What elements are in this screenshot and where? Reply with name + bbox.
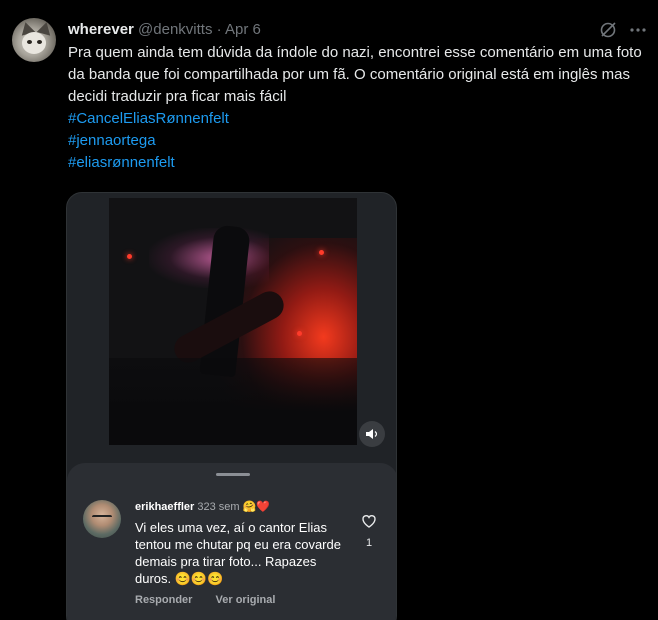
crowd-shadow — [109, 358, 357, 445]
comment-text: Vi eles uma vez, aí o cantor Elias tento… — [135, 520, 341, 586]
hashtag-link[interactable]: #eliasrønnenfelt — [68, 152, 648, 174]
tweet-date[interactable]: Apr 6 — [225, 21, 261, 38]
stage-light — [127, 254, 132, 259]
comment-emoji: 🤗❤️ — [242, 501, 271, 513]
stage-light — [297, 331, 302, 336]
author-handle[interactable]: @denkvitts — [138, 21, 212, 38]
cat-eye-left — [27, 40, 32, 44]
volume-icon[interactable] — [359, 421, 385, 447]
heart-icon[interactable] — [361, 513, 377, 529]
author-name[interactable]: wherever — [68, 21, 134, 38]
hashtag-link[interactable]: #CancelEliasRønnenfelt — [68, 108, 648, 130]
tweet-header: wherever @denkvitts · Apr 6 — [68, 21, 261, 39]
comments-sheet: erikhaeffler 323 sem 🤗❤️ Vi eles uma vez… — [67, 463, 396, 620]
cat-eye-right — [37, 40, 42, 44]
comment-age: 323 sem — [197, 501, 240, 513]
tweet-body: Pra quem ainda tem dúvida da índole do n… — [68, 42, 648, 174]
commenter-avatar[interactable] — [83, 500, 121, 538]
hashtag-link[interactable]: #jennaortega — [68, 130, 648, 152]
cat-face — [22, 32, 46, 54]
comment-header: erikhaeffler 323 sem 🤗❤️ — [135, 500, 270, 514]
comment-actions: Responder Ver original — [135, 593, 295, 607]
see-original-button[interactable]: Ver original — [216, 594, 276, 606]
sheet-handle[interactable] — [216, 473, 250, 476]
header-separator: · — [216, 21, 222, 38]
reply-button[interactable]: Responder — [135, 594, 192, 606]
stage-light — [319, 250, 324, 255]
concert-video[interactable] — [109, 198, 357, 445]
author-avatar[interactable] — [12, 18, 56, 62]
like-count: 1 — [365, 537, 373, 549]
tweet-text: Pra quem ainda tem dúvida da índole do n… — [68, 44, 642, 105]
glasses — [92, 515, 112, 520]
commenter-username[interactable]: erikhaeffler — [135, 501, 194, 513]
grok-icon[interactable] — [598, 20, 618, 40]
tweet: wherever @denkvitts · Apr 6 Pra quem ain… — [0, 0, 658, 620]
tweet-media[interactable]: erikhaeffler 323 sem 🤗❤️ Vi eles uma vez… — [66, 192, 397, 620]
more-icon[interactable] — [628, 20, 648, 40]
